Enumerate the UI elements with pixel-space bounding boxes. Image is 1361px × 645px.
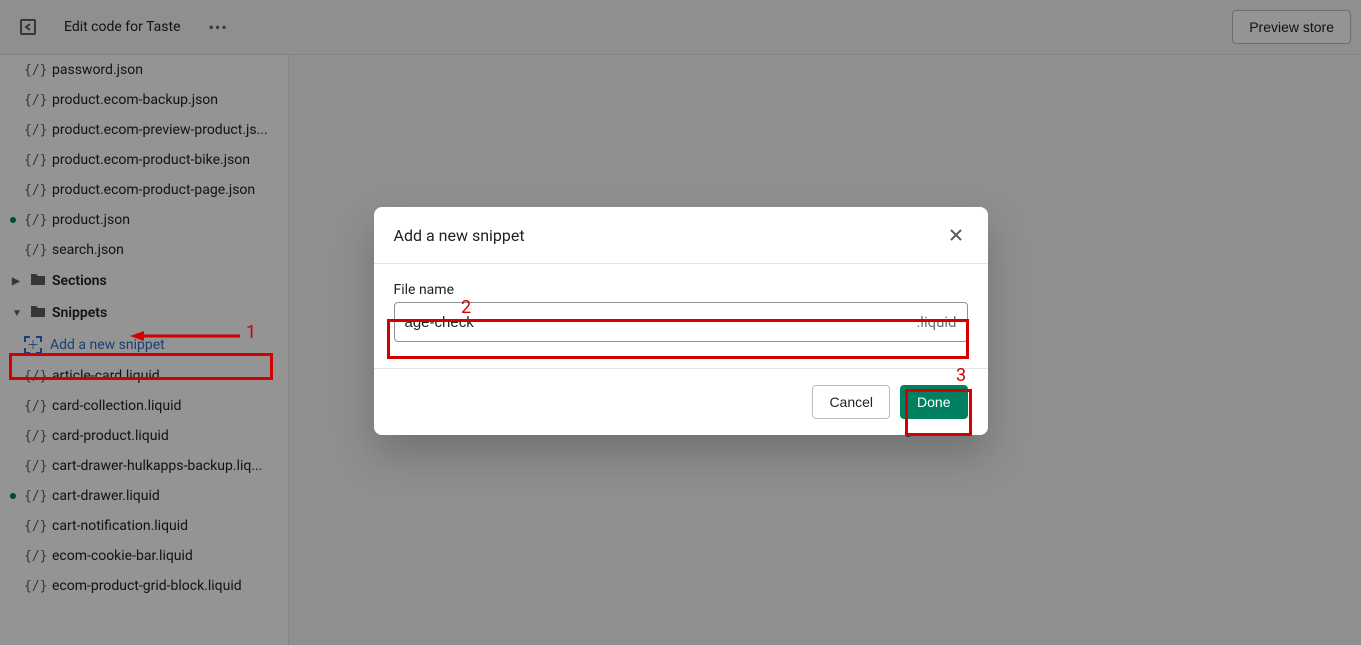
file-name-input[interactable]: [405, 303, 917, 341]
modal-close-button[interactable]: [944, 223, 968, 247]
modal-footer: Cancel Done: [374, 368, 988, 435]
close-icon: [946, 225, 966, 245]
modal-body: File name .liquid: [374, 264, 988, 368]
modal-header: Add a new snippet: [374, 207, 988, 264]
modal-title: Add a new snippet: [394, 226, 525, 245]
add-snippet-modal: Add a new snippet File name .liquid Canc…: [374, 207, 988, 435]
file-name-input-wrap: .liquid: [394, 302, 968, 342]
cancel-button[interactable]: Cancel: [812, 385, 890, 419]
done-button[interactable]: Done: [900, 385, 967, 419]
file-name-label: File name: [394, 282, 968, 298]
file-extension-suffix: .liquid: [916, 313, 956, 331]
